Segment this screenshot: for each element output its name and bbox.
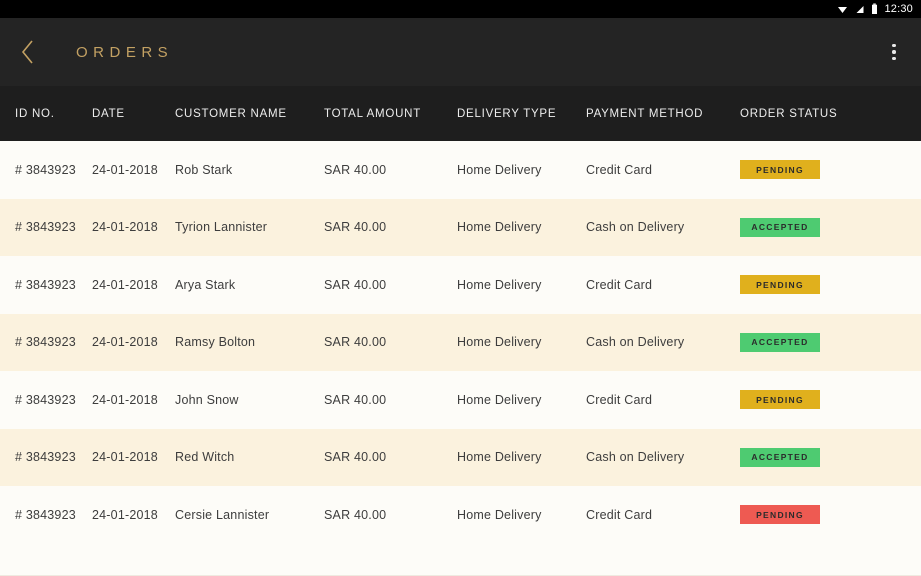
status-badge[interactable]: ACCEPTED — [740, 217, 820, 237]
table-row[interactable]: # 3843923 24-01-2018 Rob Stark SAR 40.00 Hom… — [0, 141, 921, 199]
cell-payment: Credit Card — [586, 162, 653, 177]
cell-amount: SAR 40.00 — [324, 220, 387, 235]
cell-customer: Rob Stark — [175, 162, 233, 177]
more-vertical-icon — [892, 50, 896, 54]
cell-delivery: Home Delivery — [457, 507, 542, 522]
screen: 12:30 ORDERS ID NO. DATE CUSTOMER NAME T… — [0, 0, 921, 576]
status-badge[interactable]: PENDING — [740, 160, 820, 180]
more-vertical-icon — [892, 56, 896, 61]
cell-customer: Red Witch — [175, 450, 235, 465]
cell-customer: Arya Stark — [175, 277, 236, 292]
cell-delivery: Home Delivery — [457, 335, 542, 350]
more-vertical-icon — [892, 43, 896, 48]
column-header-delivery[interactable]: DELIVERY TYPE — [457, 108, 586, 120]
column-header-amount[interactable]: TOTAL AMOUNT — [324, 108, 457, 120]
cell-payment: Cash on Delivery — [586, 335, 685, 350]
cell-payment: Cash on Delivery — [586, 450, 685, 465]
overflow-menu-button[interactable] — [877, 32, 911, 72]
table-row[interactable]: # 3843923 24-01-2018 Ramsy Bolton SAR 40.00… — [0, 313, 921, 371]
cell-customer: Tyrion Lannister — [175, 220, 268, 235]
battery-icon — [872, 3, 878, 14]
cell-status: ACCEPTED — [740, 447, 820, 467]
column-header-date[interactable]: DATE — [92, 108, 175, 120]
cell-amount: SAR 40.00 — [324, 335, 387, 350]
cell-id: # 3843923 — [15, 450, 76, 465]
table-header-row: ID NO. DATE CUSTOMER NAME TOTAL AMOUNT D… — [0, 86, 921, 141]
cell-payment: Cash on Delivery — [586, 220, 685, 235]
cell-date: 24-01-2018 — [92, 277, 158, 292]
cell-status: ACCEPTED — [740, 217, 820, 237]
cell-status: PENDING — [740, 275, 820, 295]
cell-payment: Credit Card — [586, 277, 653, 292]
cell-status: PENDING — [740, 160, 820, 180]
chevron-left-icon — [21, 40, 33, 64]
status-bar-clock: 12:30 — [884, 3, 913, 15]
table-row[interactable]: # 3843923 24-01-2018 Tyrion Lannister SAR 4… — [0, 198, 921, 256]
cell-delivery: Home Delivery — [457, 277, 542, 292]
cell-status: PENDING — [740, 390, 820, 410]
cell-amount: SAR 40.00 — [324, 277, 387, 292]
cell-amount: SAR 40.00 — [324, 162, 387, 177]
signal-icon — [856, 5, 864, 13]
cell-date: 24-01-2018 — [92, 220, 158, 235]
status-badge[interactable]: ACCEPTED — [740, 332, 820, 352]
cell-id: # 3843923 — [15, 162, 76, 177]
cell-delivery: Home Delivery — [457, 220, 542, 235]
table-row[interactable]: # 3843923 24-01-2018 Arya Stark SAR 40.00 Ho… — [0, 256, 921, 314]
cell-date: 24-01-2018 — [92, 450, 158, 465]
cell-customer: John Snow — [175, 392, 239, 407]
cell-id: # 3843923 — [15, 507, 76, 522]
column-header-status[interactable]: ORDER STATUS — [740, 108, 837, 120]
cell-id: # 3843923 — [15, 392, 76, 407]
app-bar: ORDERS — [0, 18, 921, 86]
cell-amount: SAR 40.00 — [324, 507, 387, 522]
column-header-id[interactable]: ID NO. — [0, 108, 92, 120]
cell-date: 24-01-2018 — [92, 335, 158, 350]
cell-amount: SAR 40.00 — [324, 392, 387, 407]
page-title: ORDERS — [76, 43, 174, 61]
cell-customer: Cersie Lannister — [175, 507, 270, 522]
orders-table: ID NO. DATE CUSTOMER NAME TOTAL AMOUNT D… — [0, 86, 921, 576]
cell-id: # 3843923 — [15, 220, 76, 235]
status-badge[interactable]: PENDING — [740, 505, 820, 525]
column-header-customer[interactable]: CUSTOMER NAME — [175, 108, 324, 120]
cell-customer: Ramsy Bolton — [175, 335, 256, 350]
cell-id: # 3843923 — [15, 277, 76, 292]
status-badge[interactable]: ACCEPTED — [740, 447, 820, 467]
cell-status: ACCEPTED — [740, 332, 820, 352]
cell-payment: Credit Card — [586, 507, 653, 522]
cell-date: 24-01-2018 — [92, 507, 158, 522]
back-button[interactable] — [4, 28, 52, 76]
cell-delivery: Home Delivery — [457, 392, 542, 407]
cell-date: 24-01-2018 — [92, 162, 158, 177]
cell-date: 24-01-2018 — [92, 392, 158, 407]
status-badge[interactable]: PENDING — [740, 275, 820, 295]
cell-delivery: Home Delivery — [457, 450, 542, 465]
cell-id: # 3843923 — [15, 335, 76, 350]
status-bar: 12:30 — [0, 0, 921, 18]
cell-payment: Credit Card — [586, 392, 653, 407]
cell-status: PENDING — [740, 505, 820, 525]
cell-delivery: Home Delivery — [457, 162, 542, 177]
status-badge[interactable]: PENDING — [740, 390, 820, 410]
wifi-icon — [838, 6, 848, 13]
table-row[interactable]: # 3843923 24-01-2018 John Snow SAR 40.00 Hom… — [0, 371, 921, 429]
table-body: # 3843923 24-01-2018 Rob Stark SAR 40.00 Hom… — [0, 141, 921, 576]
column-header-payment[interactable]: PAYMENT METHOD — [586, 108, 740, 120]
cell-amount: SAR 40.00 — [324, 450, 387, 465]
table-row[interactable]: # 3843923 24-01-2018 Cersie Lannister SAR 4… — [0, 486, 921, 544]
table-row[interactable]: # 3843923 24-01-2018 Red Witch SAR 40.00 Hom… — [0, 428, 921, 486]
